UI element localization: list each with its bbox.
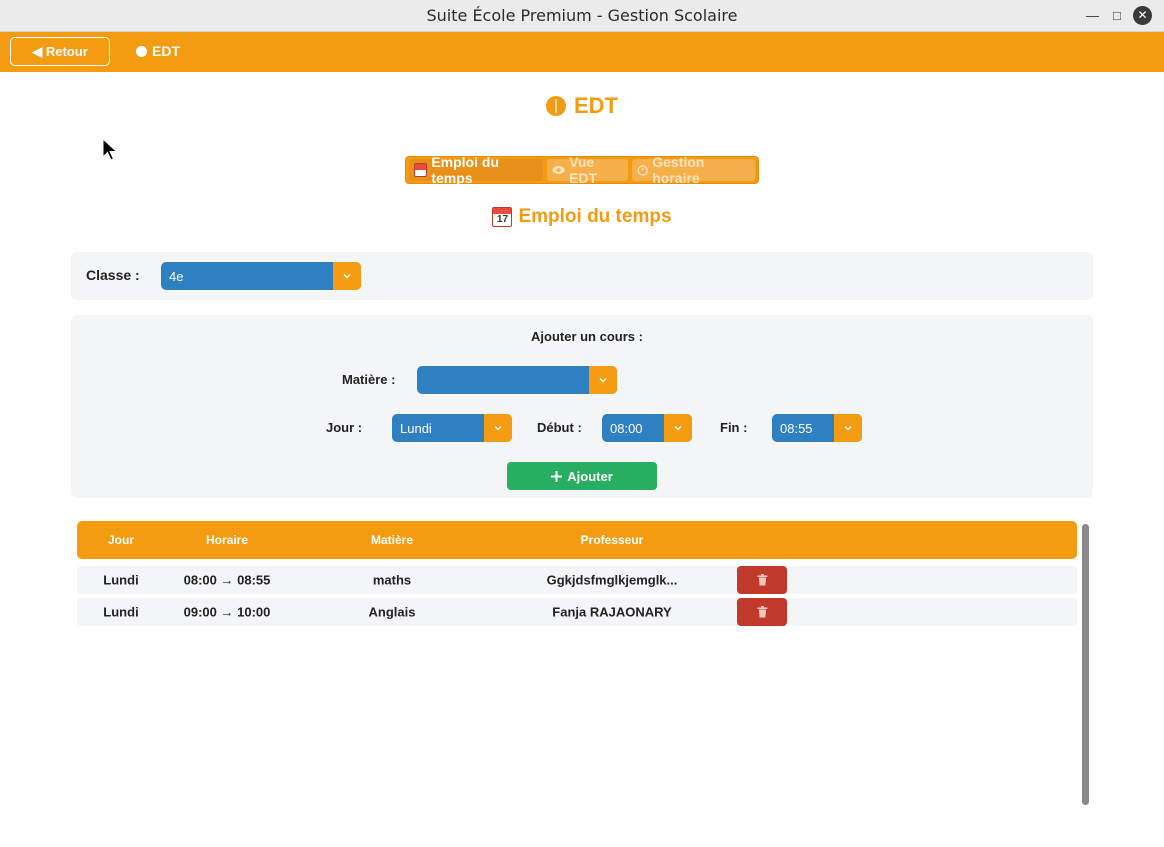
close-button[interactable]: ✕ (1133, 6, 1152, 25)
circle-icon (546, 96, 566, 116)
window-title: Suite École Premium - Gestion Scolaire (426, 6, 738, 25)
end-label: Fin : (720, 420, 748, 435)
eye-icon (552, 166, 565, 174)
section-title: 17 Emploi du temps (0, 206, 1164, 228)
cell-subject: maths (372, 572, 412, 588)
class-filter-panel: Classe : 4e (71, 252, 1093, 300)
start-time-select[interactable]: 08:00 (602, 414, 692, 442)
back-button[interactable]: ◀ Retour (10, 37, 110, 66)
table-row: Lundi 08:00 → 08:55 maths Ggkjdsfmglkjem… (77, 566, 1077, 594)
header-subject: Matière (370, 533, 414, 547)
tab-vue-edt[interactable]: Vue EDT (546, 154, 628, 186)
top-navbar: ◀ Retour EDT (0, 32, 1164, 72)
header-teacher: Professeur (580, 533, 644, 547)
plus-icon (551, 470, 563, 482)
maximize-button[interactable]: □ (1113, 8, 1121, 23)
class-select-value: 4e (169, 268, 184, 284)
cell-subject: Anglais (368, 604, 416, 620)
delete-button[interactable] (737, 566, 787, 594)
end-time-value: 08:55 (780, 420, 813, 436)
cell-time: 09:00 → 10:00 (183, 604, 271, 620)
minimize-button[interactable]: — (1086, 8, 1099, 23)
trash-icon (757, 574, 767, 586)
table-scrollbar[interactable] (1082, 524, 1089, 805)
subject-select[interactable] (417, 366, 617, 394)
cell-teacher: Ggkjdsfmglkjemglk... (546, 572, 678, 588)
table-row: Lundi 09:00 → 10:00 Anglais Fanja RAJAON… (77, 598, 1077, 626)
class-select[interactable]: 4e (161, 262, 361, 290)
trash-icon (757, 606, 767, 618)
table-header: Jour Horaire Matière Professeur (77, 521, 1077, 559)
page-title: EDT (0, 93, 1164, 119)
chevron-down-icon (834, 414, 862, 442)
add-course-button[interactable]: Ajouter (507, 462, 657, 490)
delete-button[interactable] (737, 598, 787, 626)
tab-label: Emploi du temps (431, 154, 499, 186)
cell-time: 08:00 → 08:55 (183, 572, 271, 588)
mouse-cursor-icon (102, 138, 118, 161)
section-title-text: Emploi du temps (518, 206, 672, 227)
tab-emploi-du-temps[interactable]: Emploi du temps (409, 154, 543, 186)
tab-label: Gestion horaire (652, 154, 705, 186)
end-time-select[interactable]: 08:55 (772, 414, 862, 442)
add-button-label: Ajouter (567, 468, 613, 484)
cell-day: Lundi (103, 604, 139, 620)
header-day: Jour (107, 533, 135, 547)
topbar-title: EDT (136, 43, 180, 59)
calendar-icon: 17 (492, 207, 513, 227)
timer-icon (637, 165, 648, 176)
chevron-down-icon (589, 366, 617, 394)
page-title-text: EDT (574, 93, 618, 118)
calendar-icon (414, 163, 428, 177)
cell-day: Lundi (103, 572, 139, 588)
day-select-value: Lundi (400, 420, 432, 436)
day-label: Jour : (326, 420, 363, 435)
cell-teacher: Fanja RAJAONARY (552, 604, 672, 620)
chevron-down-icon (664, 414, 692, 442)
tab-bar: Emploi du temps Vue EDT Gestion horaire (405, 154, 759, 186)
start-time-value: 08:00 (610, 420, 643, 436)
topbar-title-text: EDT (152, 43, 180, 59)
chevron-down-icon (484, 414, 512, 442)
start-label: Début : (537, 420, 582, 435)
chevron-down-icon (333, 262, 361, 290)
add-course-title: Ajouter un cours : (531, 329, 643, 344)
circle-icon (136, 45, 147, 57)
subject-label: Matière : (342, 372, 396, 387)
class-label: Classe : (86, 267, 140, 283)
day-select[interactable]: Lundi (392, 414, 512, 442)
header-time: Horaire (205, 533, 249, 547)
tab-label: Vue EDT (569, 154, 598, 186)
window-titlebar: Suite École Premium - Gestion Scolaire —… (0, 0, 1164, 32)
tab-gestion-horaire[interactable]: Gestion horaire (631, 154, 755, 186)
